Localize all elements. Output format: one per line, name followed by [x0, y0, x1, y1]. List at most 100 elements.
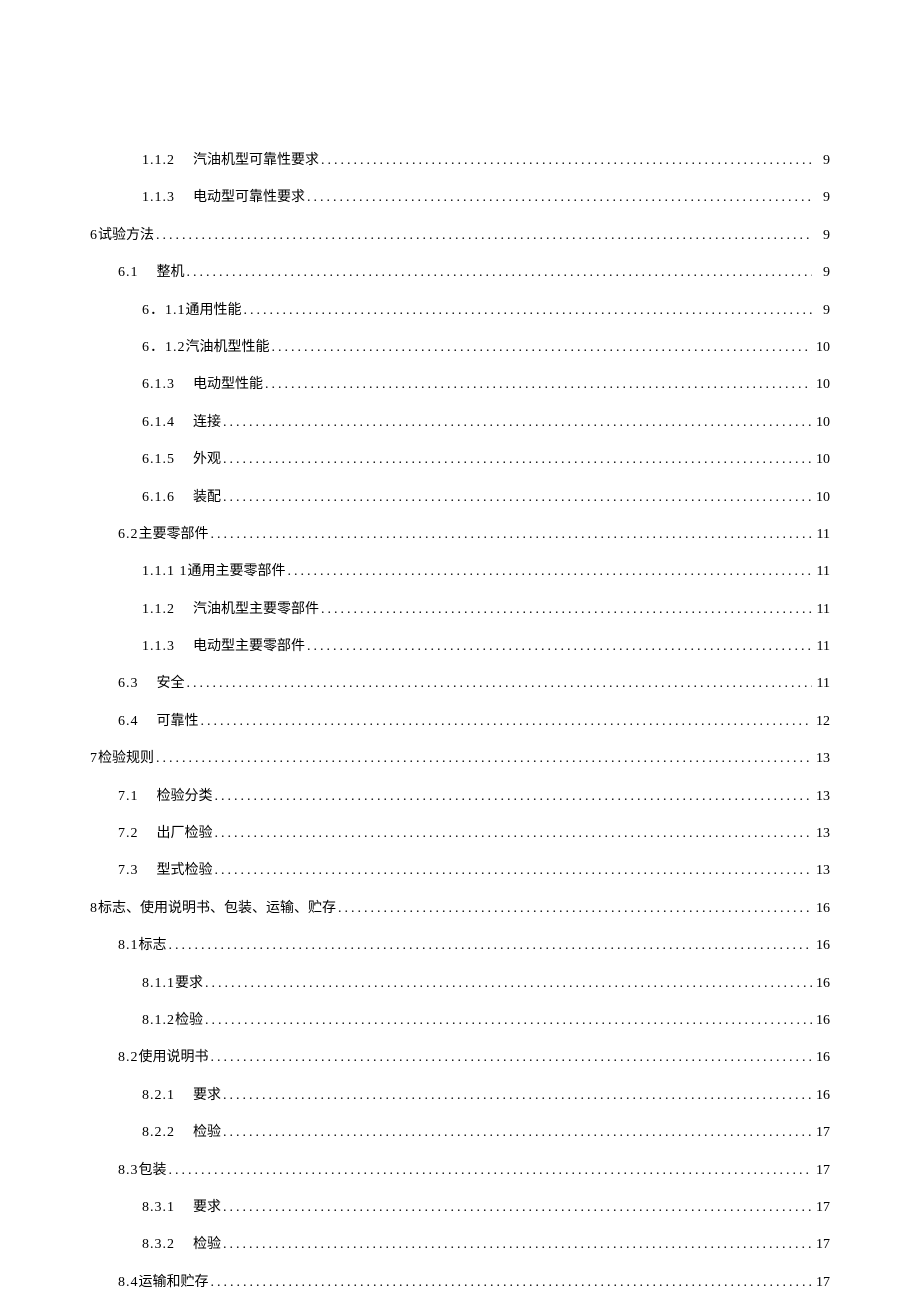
toc-entry-number: 8.3.2 — [142, 1237, 175, 1252]
toc-entry-number: 7.3 — [118, 863, 139, 878]
toc-leader-dots — [319, 150, 812, 172]
toc-entry-number: 8.3 — [118, 1163, 139, 1178]
toc-entry-page: 11 — [812, 599, 830, 621]
toc-entry-label: 6．1.2汽油机型性能 — [142, 337, 270, 359]
toc-entry-page: 10 — [812, 449, 830, 471]
toc-entry-page: 13 — [812, 860, 830, 882]
toc-entry: 8标志、使用说明书、包装、运输、贮存 16 — [90, 898, 830, 920]
toc-entry-page: 16 — [812, 1047, 830, 1069]
toc-entry-label: 6.1.5外观 — [142, 449, 221, 471]
toc-entry-page: 10 — [812, 412, 830, 434]
toc-leader-dots — [154, 748, 812, 770]
toc-entry-page: 9 — [812, 187, 830, 209]
toc-leader-dots — [154, 225, 812, 247]
toc-entry-title: 要求 — [193, 1200, 221, 1215]
toc-entry-label: 8.1.2检验 — [142, 1010, 203, 1032]
toc-entry-page: 17 — [812, 1272, 830, 1294]
toc-leader-dots — [221, 449, 812, 471]
toc-entry-label: 1.1.2汽油机型可靠性要求 — [142, 150, 319, 172]
toc-entry-label: 1.1.2汽油机型主要零部件 — [142, 599, 319, 621]
toc-entry-title: 检验 — [193, 1237, 221, 1252]
toc-entry-page: 16 — [812, 935, 830, 957]
toc-entry-title: 通用性能 — [186, 303, 242, 318]
toc-entry-label: 1.1.1 1通用主要零部件 — [142, 561, 286, 583]
toc-entry-label: 8.2.1要求 — [142, 1085, 221, 1107]
toc-entry-title: 检验分类 — [157, 789, 213, 804]
toc-entry-page: 10 — [812, 374, 830, 396]
toc-entry-label: 8.2.2检验 — [142, 1122, 221, 1144]
toc-entry-number: 6.3 — [118, 676, 139, 691]
toc-entry: 6.1.5外观 10 — [90, 449, 830, 471]
toc-entry: 6.1.6装配10 — [90, 487, 830, 509]
toc-entry-title: 标志、使用说明书、包装、运输、贮存 — [98, 901, 336, 916]
toc-entry: 7.1检验分类13 — [90, 786, 830, 808]
toc-entry: 8.2使用说明书16 — [90, 1047, 830, 1069]
toc-leader-dots — [221, 1234, 812, 1256]
toc-entry-number: 1.1.1 1 — [142, 564, 188, 579]
toc-entry: 8.4运输和贮存 17 — [90, 1272, 830, 1294]
toc-leader-dots — [286, 561, 813, 583]
toc-leader-dots — [263, 374, 812, 396]
toc-entry: 7.3 型式检验 13 — [90, 860, 830, 882]
toc-leader-dots — [221, 412, 812, 434]
toc-entry-label: 8标志、使用说明书、包装、运输、贮存 — [90, 898, 336, 920]
toc-entry-number: 6.1.3 — [142, 377, 175, 392]
toc-entry-number: 6．1.1 — [142, 303, 186, 318]
toc-entry-page: 12 — [812, 711, 830, 733]
toc-entry-page: 16 — [812, 898, 830, 920]
toc-entry: 6.2主要零部件 11 — [90, 524, 830, 546]
toc-entry-label: 6.1整机 — [118, 262, 185, 284]
toc-entry-title: 使用说明书 — [139, 1050, 209, 1065]
toc-entry-page: 16 — [812, 973, 830, 995]
toc-entry-label: 8.3.2 检验 — [142, 1234, 221, 1256]
toc-entry-page: 9 — [812, 300, 830, 322]
toc-entry-page: 13 — [812, 823, 830, 845]
toc-entry-number: 8.1.2 — [142, 1013, 175, 1028]
toc-entry-label: 7.1检验分类 — [118, 786, 213, 808]
toc-entry-number: 6.1.5 — [142, 452, 175, 467]
toc-leader-dots — [221, 487, 812, 509]
toc-entry-title: 通用主要零部件 — [188, 564, 286, 579]
toc-entry-title: 可靠性 — [157, 714, 199, 729]
toc-leader-dots — [270, 337, 813, 359]
toc-leader-dots — [185, 673, 813, 695]
toc-entry: 6.3安全11 — [90, 673, 830, 695]
toc-leader-dots — [221, 1197, 812, 1219]
toc-entry-title: 包装 — [139, 1163, 167, 1178]
toc-entry-title: 装配 — [193, 490, 221, 505]
toc-leader-dots — [221, 1085, 812, 1107]
toc-entry-title: 要求 — [175, 976, 203, 991]
toc-entry-title: 连接 — [193, 415, 221, 430]
toc-entry-label: 8.4运输和贮存 — [118, 1272, 209, 1294]
toc-entry-label: 6.1.4连接 — [142, 412, 221, 434]
toc-entry-title: 整机 — [157, 265, 185, 280]
toc-leader-dots — [209, 1272, 813, 1294]
toc-entry-number: 8.4 — [118, 1275, 139, 1290]
toc-entry-number: 8.2.2 — [142, 1125, 175, 1140]
toc-entry: 6.1.4连接 10 — [90, 412, 830, 434]
toc-entry-label: 6.1.3电动型性能 — [142, 374, 263, 396]
toc-leader-dots — [221, 1122, 812, 1144]
toc-entry: 7.2出厂检验13 — [90, 823, 830, 845]
toc-entry-title: 型式检验 — [157, 863, 213, 878]
toc-entry-page: 11 — [812, 636, 830, 658]
toc-entry: 6试验方法9 — [90, 225, 830, 247]
toc-leader-dots — [167, 935, 813, 957]
toc-entry-title: 汽油机型主要零部件 — [193, 602, 319, 617]
toc-entry-label: 6.3安全 — [118, 673, 185, 695]
toc-entry-label: 6.2主要零部件 — [118, 524, 209, 546]
toc-entry-number: 6.1.6 — [142, 490, 175, 505]
toc-entry-page: 11 — [812, 524, 830, 546]
toc-entry-title: 汽油机型可靠性要求 — [193, 153, 319, 168]
toc-entry-number: 6.2 — [118, 527, 139, 542]
toc-leader-dots — [185, 262, 813, 284]
toc-entry-label: 7检验规则 — [90, 748, 154, 770]
toc-entry: 8.1标志16 — [90, 935, 830, 957]
toc-entry-label: 7.3 型式检验 — [118, 860, 213, 882]
toc-entry-number: 7.2 — [118, 826, 139, 841]
toc-entry-title: 检验 — [175, 1013, 203, 1028]
table-of-contents: 1.1.2汽油机型可靠性要求91.1.3电动型可靠性要求96试验方法96.1整机… — [90, 150, 830, 1309]
toc-leader-dots — [203, 973, 812, 995]
toc-entry: 8.1.1要求16 — [90, 973, 830, 995]
toc-entry: 8.3.2检验17 — [90, 1234, 830, 1256]
